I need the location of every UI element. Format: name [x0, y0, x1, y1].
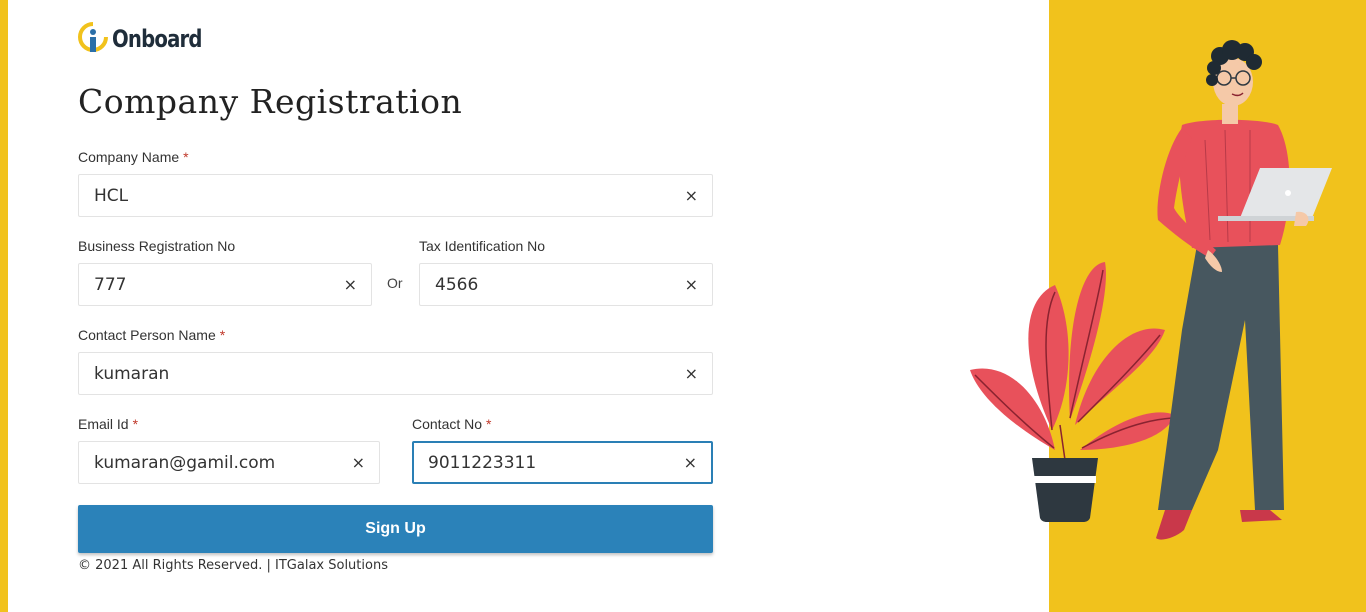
business-registration-label: Business Registration No [78, 238, 236, 254]
required-mark: * [219, 327, 226, 343]
email-label: Email Id * [78, 416, 138, 432]
contact-no-input[interactable] [428, 443, 675, 482]
required-mark: * [183, 149, 189, 165]
onboard-logo-icon [78, 22, 108, 52]
contact-no-field[interactable]: × [412, 441, 713, 484]
brand-logo: Onboard [78, 22, 221, 56]
contact-person-label: Contact Person Name * [78, 327, 225, 343]
business-registration-field[interactable]: × [78, 263, 372, 306]
clear-icon[interactable]: × [684, 454, 697, 471]
person-with-laptop-illustration [970, 40, 1332, 540]
plant-icon [970, 262, 1175, 461]
contact-person-input[interactable] [94, 353, 677, 394]
clear-icon[interactable]: × [685, 187, 698, 204]
pot-icon [1032, 458, 1098, 522]
clear-icon[interactable]: × [352, 454, 365, 471]
clear-icon[interactable]: × [685, 365, 698, 382]
email-label-text: Email Id [78, 416, 129, 432]
page-title: Company Registration [78, 82, 463, 121]
sign-up-button[interactable]: Sign Up [78, 505, 713, 553]
business-registration-input[interactable] [94, 264, 336, 305]
footer-copyright: © 2021 All Rights Reserved. | ITGalax So… [78, 558, 388, 573]
contact-no-label-text: Contact No [412, 416, 483, 432]
required-mark: * [486, 416, 492, 432]
required-mark: * [132, 416, 139, 432]
company-name-label: Company Name * [78, 149, 189, 165]
tax-identification-label: Tax Identification No [419, 238, 546, 254]
contact-person-label-text: Contact Person Name [78, 327, 216, 343]
or-separator: Or [387, 275, 403, 291]
company-name-field[interactable]: × [78, 174, 713, 217]
clear-icon[interactable]: × [685, 276, 698, 293]
brand-name: Onboard [112, 25, 203, 53]
tax-identification-field[interactable]: × [419, 263, 713, 306]
clear-icon[interactable]: × [344, 276, 357, 293]
tax-identification-input[interactable] [435, 264, 677, 305]
email-input[interactable] [94, 442, 344, 483]
company-name-label-text: Company Name [78, 149, 180, 165]
left-accent-strip [0, 0, 8, 612]
company-name-input[interactable] [94, 175, 677, 216]
contact-person-field[interactable]: × [78, 352, 713, 395]
email-field[interactable]: × [78, 441, 380, 484]
contact-no-label: Contact No * [412, 416, 492, 432]
